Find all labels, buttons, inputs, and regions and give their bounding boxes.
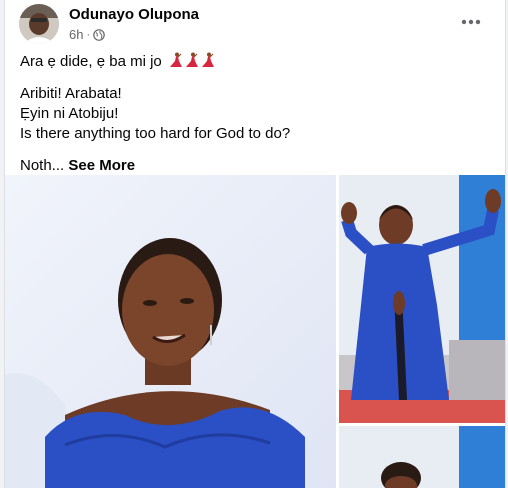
photo-grid — [5, 175, 505, 488]
main-photo[interactable] — [5, 175, 336, 488]
post-time[interactable]: 6h — [69, 27, 83, 42]
globe-icon[interactable] — [93, 28, 105, 41]
avatar-image — [19, 4, 59, 44]
post-line-1: Ara ẹ dide, ẹ ba mi jo — [20, 52, 490, 72]
avatar[interactable] — [19, 4, 59, 44]
post-line-2: Aribiti! Arabata! — [20, 85, 122, 102]
side-photo-bottom[interactable] — [339, 426, 505, 488]
see-more-link[interactable]: See More — [68, 157, 135, 174]
side-photo-top-image — [339, 175, 505, 423]
post-line-3: Ẹyin ni Atobiju! — [20, 105, 119, 122]
dancer-emoji — [201, 52, 214, 67]
post-meta: 6h · — [69, 27, 105, 42]
dancer-emoji-group — [169, 52, 215, 68]
more-options-icon — [461, 19, 481, 25]
post-card: Odunayo Olupona 6h · Ara ẹ dide, ẹ ba mi… — [4, 0, 506, 488]
side-photo-bottom-image — [339, 426, 505, 488]
post-line-4: Is there anything too hard for God to do… — [20, 125, 291, 142]
more-options-button[interactable] — [453, 8, 489, 36]
post-text: Ara ẹ dide, ẹ ba mi jo Aribiti! Arabata!… — [20, 52, 490, 176]
truncated-text: Noth... — [20, 157, 65, 174]
author-name[interactable]: Odunayo Olupona — [69, 6, 199, 23]
post-line-truncated: Noth... See More — [20, 156, 490, 176]
post-header: Odunayo Olupona 6h · — [5, 0, 505, 48]
dancer-emoji — [185, 52, 198, 67]
dancer-emoji — [169, 52, 182, 67]
main-photo-image — [5, 175, 336, 488]
side-photo-top[interactable] — [339, 175, 505, 423]
post-line-1-text: Ara ẹ dide, ẹ ba mi jo — [20, 53, 162, 70]
meta-separator: · — [86, 28, 91, 41]
